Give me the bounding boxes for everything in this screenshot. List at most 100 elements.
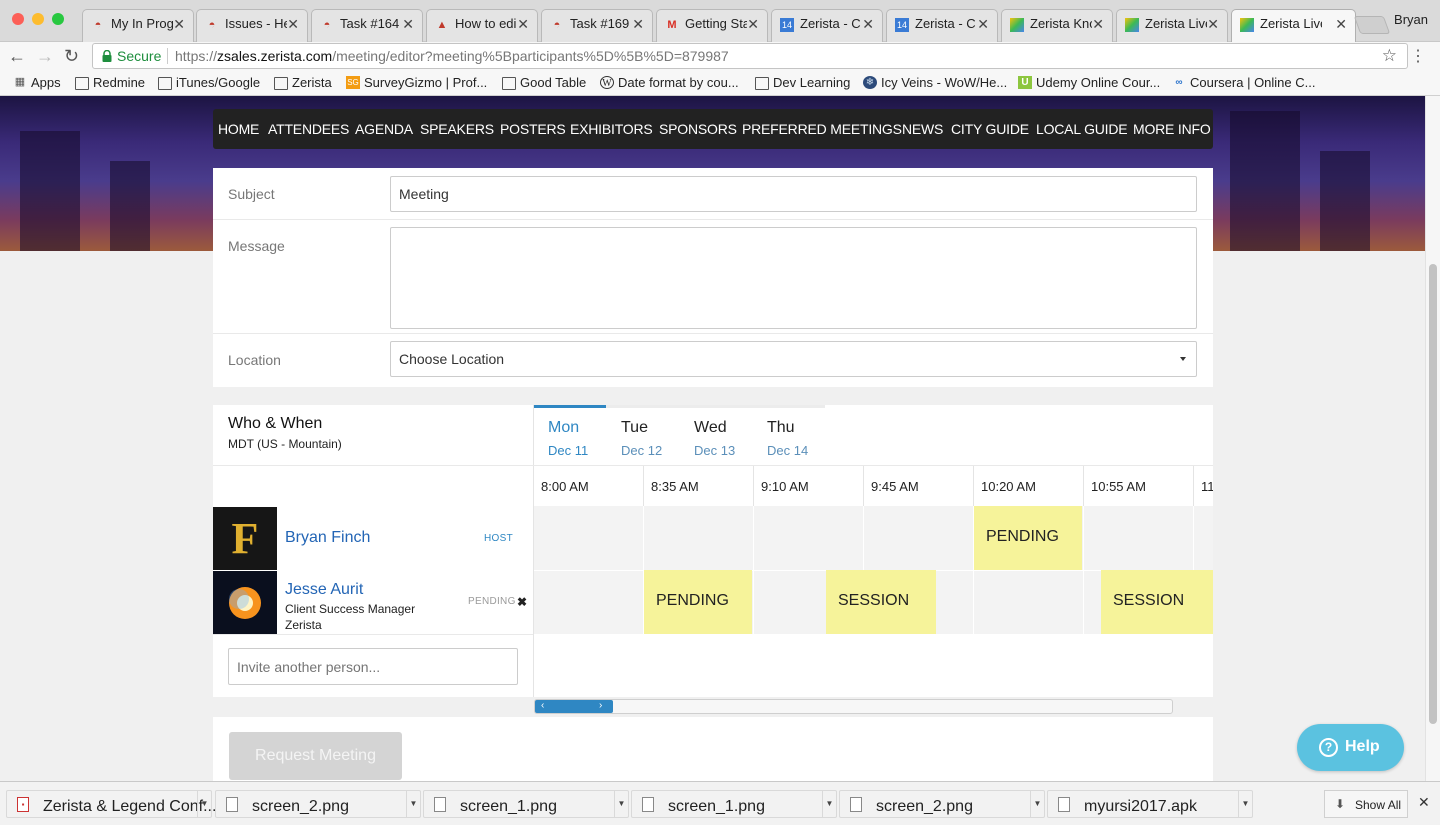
- pending-slot[interactable]: PENDING: [644, 570, 752, 634]
- download-item[interactable]: ▪ Zerista & Legend Conf....pdf ▼: [6, 790, 243, 818]
- close-tab-icon[interactable]: ✕: [517, 16, 529, 33]
- bookmark-item[interactable]: Dev Learning: [755, 75, 850, 90]
- day-tab-wed[interactable]: Wed Dec 13: [680, 408, 752, 468]
- browser-tab[interactable]: ▲ How to edi ✕: [426, 9, 538, 42]
- close-window-button[interactable]: [12, 13, 24, 25]
- url-text[interactable]: https://zsales.zerista.com/meeting/edito…: [175, 48, 729, 64]
- timeline-scrollbar[interactable]: ‹ ›: [534, 699, 1173, 714]
- back-arrow-icon[interactable]: ←: [8, 46, 26, 66]
- download-item[interactable]: screen_1.png ▼: [631, 790, 837, 818]
- chevron-down-icon[interactable]: ▼: [822, 791, 836, 817]
- warning-icon: ▲: [436, 19, 448, 31]
- nav-exhibitors[interactable]: EXHIBITORS: [570, 121, 653, 137]
- availability-grid[interactable]: PENDING PENDING SESSION SESSION: [534, 506, 1213, 634]
- download-item[interactable]: screen_1.png ▼: [423, 790, 629, 818]
- bookmark-item[interactable]: SG SurveyGizmo | Prof...: [346, 75, 487, 90]
- page-scrollbar[interactable]: [1425, 96, 1440, 781]
- bookmark-item[interactable]: U Udemy Online Cour...: [1018, 75, 1160, 90]
- bookmark-item[interactable]: Redmine: [75, 75, 145, 90]
- redmine-icon: ◓: [94, 19, 102, 31]
- close-tab-icon[interactable]: ✕: [862, 16, 874, 33]
- browser-tab[interactable]: 14 Zerista - C ✕: [771, 9, 883, 42]
- nav-agenda[interactable]: AGENDA: [355, 121, 413, 137]
- bookmark-item[interactable]: ❄ Icy Veins - WoW/He...: [863, 75, 1007, 90]
- pending-slot[interactable]: PENDING: [974, 506, 1082, 570]
- nav-more-info[interactable]: MORE INFO: [1133, 121, 1211, 137]
- bookmark-item[interactable]: iTunes/Google: [158, 75, 260, 90]
- nav-sponsors[interactable]: SPONSORS: [659, 121, 737, 137]
- participant-name[interactable]: Bryan Finch: [285, 529, 370, 547]
- nav-local-guide[interactable]: LOCAL GUIDE: [1036, 121, 1128, 137]
- form-actions: Request Meeting: [213, 717, 1213, 781]
- invite-person-input[interactable]: [228, 648, 518, 685]
- browser-tab[interactable]: ◓ My In Prog ✕: [82, 9, 194, 42]
- profile-name[interactable]: Bryan: [1394, 12, 1428, 27]
- close-tab-icon[interactable]: ✕: [1335, 16, 1347, 33]
- browser-tab[interactable]: M Getting Sta ✕: [656, 9, 768, 42]
- nav-speakers[interactable]: SPEAKERS: [420, 121, 494, 137]
- nav-preferred-meetings[interactable]: PREFERRED MEETINGS: [742, 121, 902, 137]
- nav-city-guide[interactable]: CITY GUIDE: [951, 121, 1029, 137]
- close-icon[interactable]: ✕: [1418, 794, 1430, 811]
- bookmark-item[interactable]: W Date format by cou...: [600, 75, 739, 90]
- reload-icon[interactable]: ↻: [64, 46, 79, 66]
- chevron-down-icon[interactable]: ▼: [614, 791, 628, 817]
- browser-menu-icon[interactable]: ⋮: [1410, 46, 1426, 66]
- remove-participant-icon[interactable]: ✖: [517, 595, 527, 609]
- bookmark-item[interactable]: Good Table: [502, 75, 586, 90]
- download-item[interactable]: screen_2.png ▼: [215, 790, 421, 818]
- chevron-down-icon[interactable]: ▼: [1030, 791, 1044, 817]
- close-tab-icon[interactable]: ✕: [747, 16, 759, 33]
- chevron-right-icon[interactable]: ›: [599, 700, 602, 711]
- close-tab-icon[interactable]: ✕: [1207, 16, 1219, 33]
- address-bar[interactable]: Secure https://zsales.zerista.com/meetin…: [92, 43, 1408, 69]
- browser-tab[interactable]: ◓ Task #169 ✕: [541, 9, 653, 42]
- close-tab-icon[interactable]: ✕: [287, 16, 299, 33]
- bookmark-star-icon[interactable]: ☆: [1382, 46, 1397, 66]
- message-textarea[interactable]: [390, 227, 1197, 329]
- chevron-down-icon[interactable]: ▼: [197, 791, 211, 817]
- help-button[interactable]: ? Help: [1297, 724, 1404, 771]
- subject-input[interactable]: Meeting: [390, 176, 1197, 212]
- download-item[interactable]: screen_2.png ▼: [839, 790, 1045, 818]
- main-nav: HOME ATTENDEES AGENDA SPEAKERS POSTERS E…: [213, 109, 1213, 149]
- close-tab-icon[interactable]: ✕: [632, 16, 644, 33]
- browser-tab[interactable]: ◓ Task #164 ✕: [311, 9, 423, 42]
- bookmark-item[interactable]: ▦ Apps: [13, 75, 61, 90]
- scrollbar-thumb[interactable]: ‹ ›: [535, 700, 613, 713]
- bookmark-item[interactable]: Zerista: [274, 75, 332, 90]
- browser-tab[interactable]: Zerista Live ✕: [1116, 9, 1228, 42]
- location-select[interactable]: Choose Location: [390, 341, 1197, 377]
- browser-tab[interactable]: ◓ Issues - He ✕: [196, 9, 308, 42]
- browser-tab[interactable]: Zerista Kno ✕: [1001, 9, 1113, 42]
- close-tab-icon[interactable]: ✕: [173, 16, 185, 33]
- nav-attendees[interactable]: ATTENDEES: [268, 121, 349, 137]
- show-all-downloads-button[interactable]: ⬇ Show All: [1324, 790, 1408, 818]
- nav-news[interactable]: NEWS: [902, 121, 943, 137]
- page-scrollbar-thumb[interactable]: [1429, 264, 1437, 724]
- new-tab-button[interactable]: [1353, 16, 1391, 34]
- file-icon: [850, 797, 862, 812]
- session-slot[interactable]: SESSION: [1101, 570, 1213, 634]
- close-tab-icon[interactable]: ✕: [402, 16, 414, 33]
- day-tab-thu[interactable]: Thu Dec 14: [753, 408, 825, 468]
- chevron-down-icon[interactable]: ▼: [406, 791, 420, 817]
- request-meeting-button[interactable]: Request Meeting: [229, 732, 402, 780]
- zoom-window-button[interactable]: [52, 13, 64, 25]
- participant-name[interactable]: Jesse Aurit: [285, 581, 363, 599]
- close-tab-icon[interactable]: ✕: [977, 16, 989, 33]
- minimize-window-button[interactable]: [32, 13, 44, 25]
- close-tab-icon[interactable]: ✕: [1092, 16, 1104, 33]
- nav-posters[interactable]: POSTERS: [500, 121, 566, 137]
- browser-tab[interactable]: 14 Zerista - C ✕: [886, 9, 998, 42]
- bookmark-item[interactable]: ∞ Coursera | Online C...: [1172, 75, 1315, 90]
- day-tab-tue[interactable]: Tue Dec 12: [607, 408, 679, 468]
- browser-tab-active[interactable]: Zerista Live ✕: [1231, 9, 1356, 42]
- chevron-left-icon[interactable]: ‹: [541, 700, 544, 711]
- download-item[interactable]: myursi2017.apk ▼: [1047, 790, 1253, 818]
- day-tab-mon[interactable]: Mon Dec 11: [534, 405, 606, 465]
- session-slot[interactable]: SESSION: [826, 570, 936, 634]
- nav-home[interactable]: HOME: [218, 121, 259, 137]
- forward-arrow-icon[interactable]: →: [36, 46, 54, 66]
- chevron-down-icon[interactable]: ▼: [1238, 791, 1252, 817]
